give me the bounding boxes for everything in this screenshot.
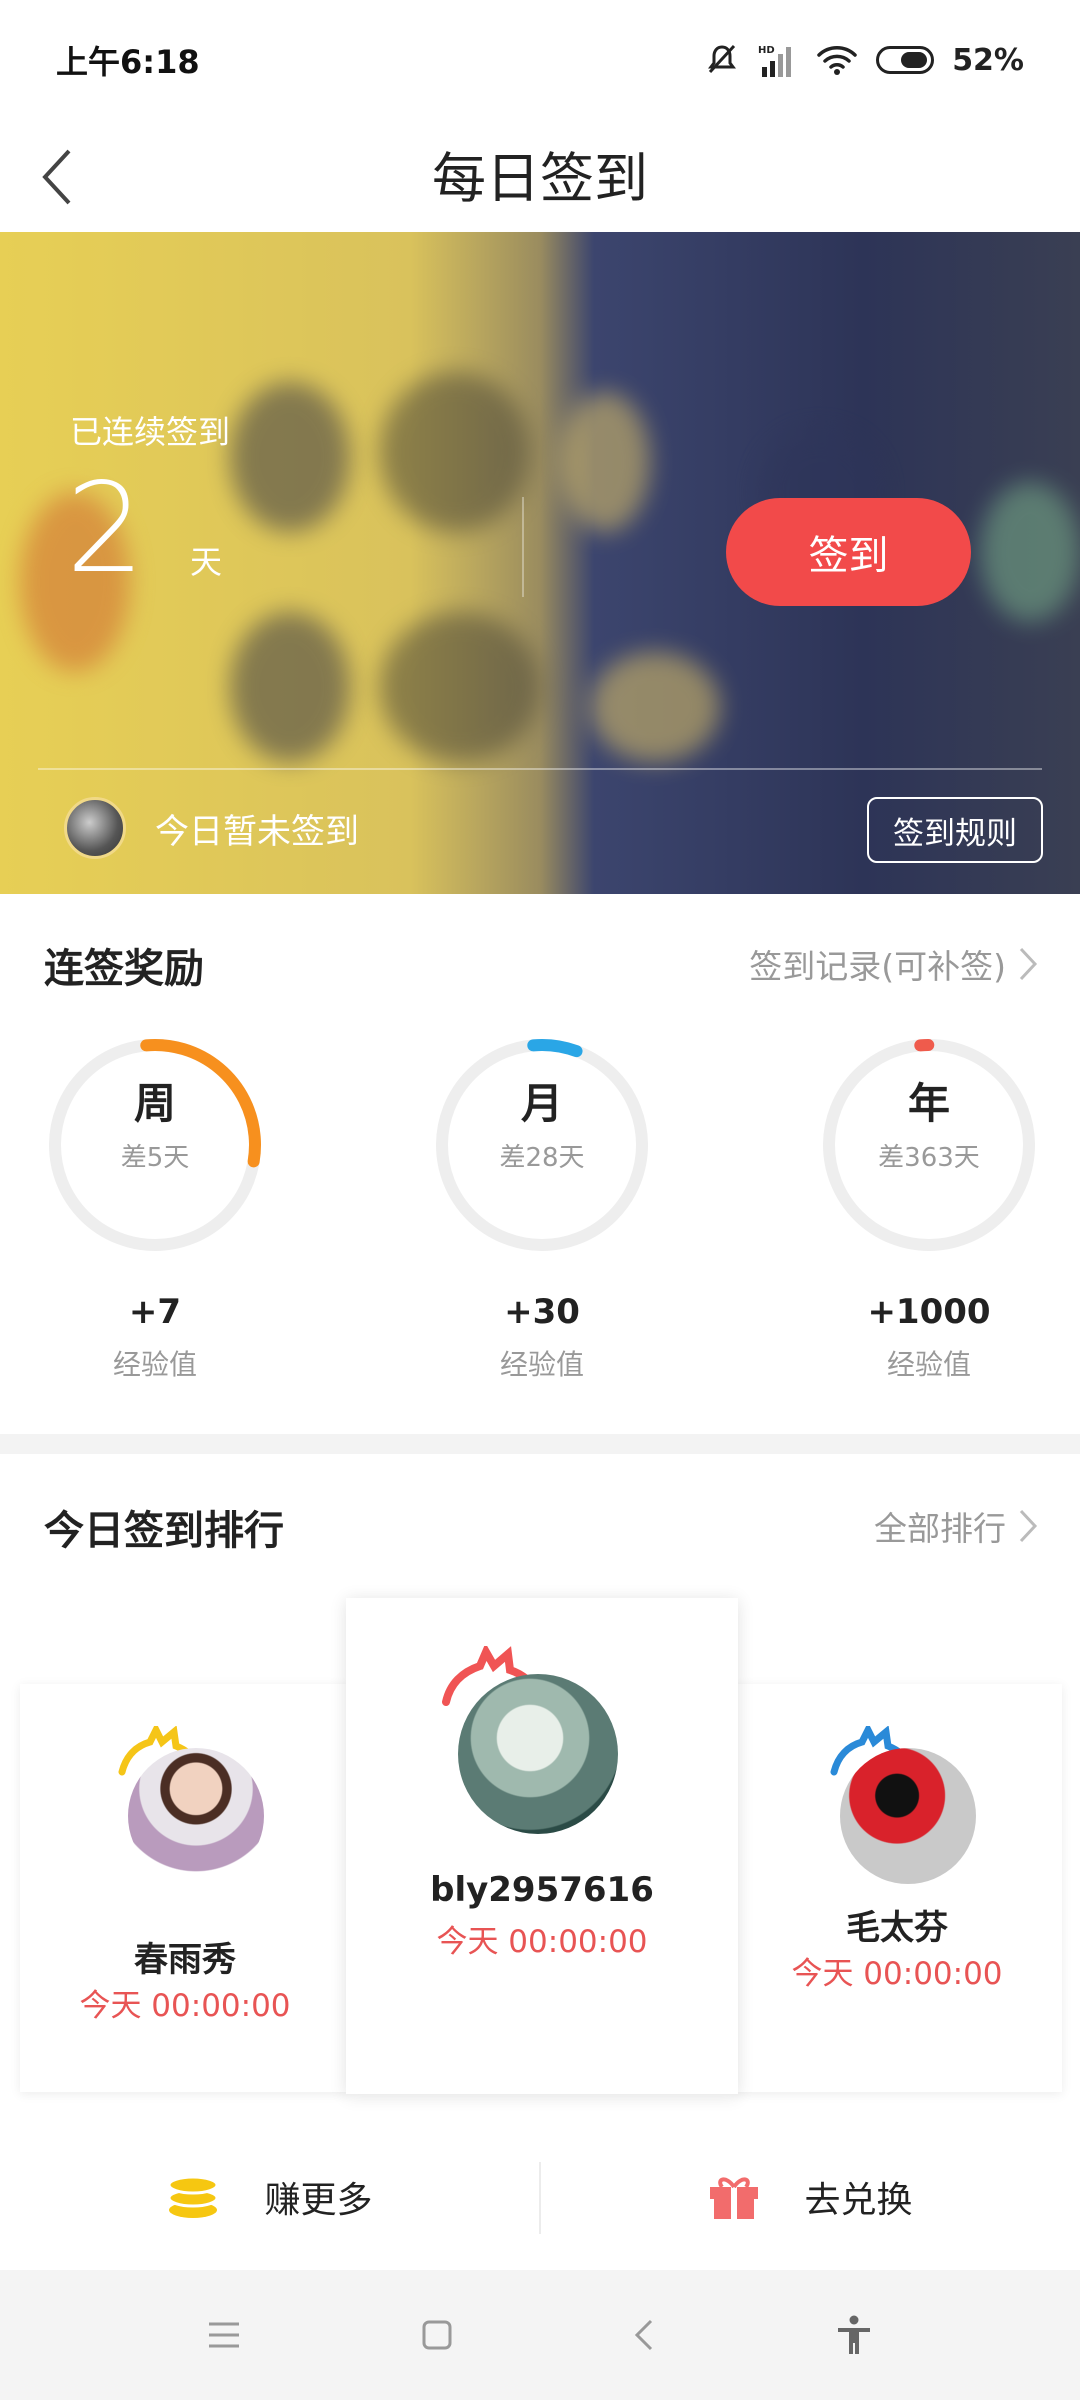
reward-period: 月 [520, 1079, 563, 1128]
signal-icon: HD [758, 45, 792, 77]
reward-period: 周 [133, 1079, 176, 1128]
rank-name: 毛太芬 [846, 1908, 948, 1948]
reward-points: +1000 [867, 1292, 991, 1332]
streak-unit: 天 [190, 543, 223, 581]
gift-icon [710, 2177, 759, 2219]
reward-remaining: 差5天 [120, 1143, 190, 1173]
nav-bar: 每日签到 [0, 120, 1080, 232]
rank-avatar [840, 1748, 976, 1884]
rules-button[interactable]: 签到规则 [867, 797, 1043, 863]
reward-year: 年差363天 +1000 经验值 [814, 1030, 1044, 1381]
rank-avatar [458, 1674, 618, 1834]
streak-days: 2 [66, 457, 145, 601]
rank-time: 今天 00:00:00 [436, 1924, 648, 1960]
checkin-record-label: 签到记录(可补签) [749, 947, 1006, 986]
status-icons: HD 52% [704, 42, 1024, 78]
ranking-title: 今日签到排行 [44, 1508, 284, 1554]
battery-percent: 52% [952, 42, 1024, 78]
rank-name: 春雨秀 [134, 1940, 236, 1980]
reward-points: +30 [504, 1292, 580, 1332]
status-time: 上午6:18 [56, 43, 200, 81]
reward-month: 月差28天 +30 经验值 [427, 1030, 657, 1381]
page-title: 每日签到 [432, 147, 648, 210]
section-divider [0, 1434, 1080, 1454]
all-ranking-label: 全部排行 [874, 1509, 1006, 1548]
earn-more-label: 赚更多 [264, 2180, 373, 2221]
reward-unit: 经验值 [499, 1348, 584, 1381]
system-nav-bar [0, 2270, 1080, 2400]
reward-points: +7 [128, 1292, 182, 1332]
chevron-right-icon [1019, 947, 1038, 981]
rank-avatar [128, 1748, 264, 1884]
reward-unit: 经验值 [112, 1348, 197, 1381]
reward-unit: 经验值 [886, 1348, 971, 1381]
redeem-button[interactable]: 去兑换 [541, 2132, 1080, 2262]
bottom-actions: 赚更多 去兑换 [0, 2132, 1080, 2262]
wifi-icon [817, 46, 857, 75]
checkin-banner: 已连续签到 2 天 签到 今日暂未签到 签到规则 [0, 232, 1080, 894]
rewards-title: 连签奖励 [44, 946, 204, 992]
today-status: 今日暂未签到 [155, 812, 359, 852]
reward-remaining: 差28天 [499, 1143, 585, 1173]
accessibility-icon[interactable] [835, 2315, 873, 2355]
coins-icon [167, 2175, 219, 2218]
rank-name: bly2957616 [430, 1870, 654, 1910]
all-ranking-link[interactable]: 全部排行 [874, 1502, 1038, 1550]
rank-time: 今天 00:00:00 [791, 1956, 1003, 1992]
redeem-label: 去兑换 [804, 2180, 913, 2221]
streak-label: 已连续签到 [70, 413, 231, 451]
rank-card-first[interactable]: bly2957616 今天 00:00:00 [346, 1598, 738, 2094]
reward-remaining: 差363天 [878, 1143, 980, 1173]
divider [522, 497, 524, 597]
mute-icon [708, 44, 737, 74]
status-bar: 上午6:18 HD 52% [0, 0, 1080, 120]
rank-card-second[interactable]: 春雨秀 今天 00:00:00 [20, 1684, 350, 2092]
divider [38, 768, 1042, 770]
checkin-button[interactable]: 签到 [726, 498, 971, 606]
checkin-record-link[interactable]: 签到记录(可补签) [749, 940, 1038, 988]
user-avatar[interactable] [64, 797, 126, 859]
menu-icon[interactable] [207, 2320, 241, 2350]
back-nav-icon[interactable] [633, 2318, 655, 2352]
svg-text:HD: HD [758, 45, 775, 56]
rank-time: 今天 00:00:00 [79, 1988, 291, 2024]
battery-icon [876, 46, 935, 74]
chevron-right-icon [1019, 1509, 1038, 1543]
earn-more-button[interactable]: 赚更多 [0, 2132, 539, 2262]
reward-week: 周差5天 +7 经验值 [40, 1030, 270, 1381]
rank-card-third[interactable]: 毛太芬 今天 00:00:00 [732, 1684, 1062, 2092]
reward-period: 年 [907, 1079, 950, 1128]
home-icon[interactable] [421, 2319, 453, 2351]
